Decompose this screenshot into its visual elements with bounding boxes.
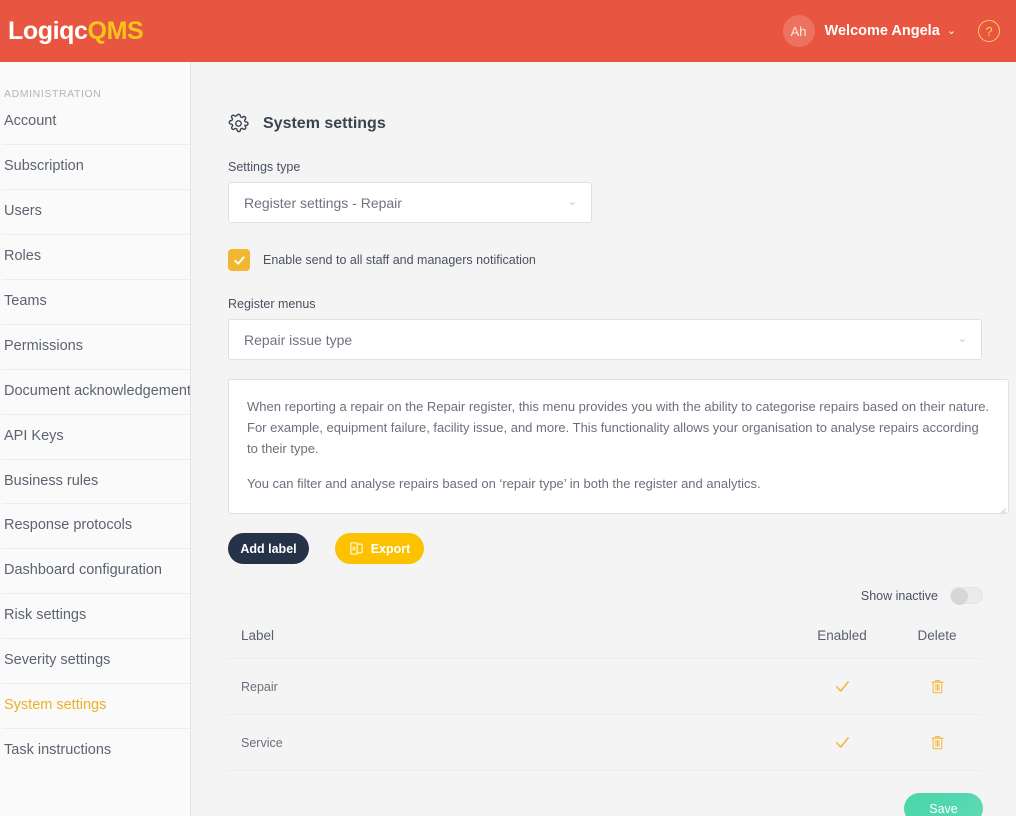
register-menus-value: Repair issue type: [244, 331, 353, 348]
sidebar-item-dashboard-configuration[interactable]: Dashboard configuration: [2, 548, 190, 593]
description-textarea[interactable]: When reporting a repair on the Repair re…: [228, 379, 1009, 514]
trash-icon[interactable]: [930, 734, 945, 751]
sidebar-item-users[interactable]: Users: [2, 188, 190, 234]
chevron-down-icon: ⌄: [957, 332, 967, 345]
row-enabled-cell: [790, 714, 894, 771]
sidebar-item-account[interactable]: Account: [2, 110, 190, 144]
user-menu-label: Welcome Angela: [824, 23, 940, 39]
settings-type-select[interactable]: Register settings - Repair ⌄: [228, 182, 592, 223]
save-row: Save: [191, 793, 983, 816]
sidebar-item-subscription[interactable]: Subscription: [2, 143, 190, 189]
logo-primary-text: Logiqc: [8, 16, 88, 45]
register-menus-select[interactable]: Repair issue type ⌄: [228, 319, 982, 360]
sidebar-item-risk-settings[interactable]: Risk settings: [2, 593, 190, 638]
row-delete-cell: [894, 714, 980, 771]
export-button-label: Export: [370, 541, 411, 556]
check-icon: [233, 255, 245, 265]
toggle-knob: [951, 587, 968, 605]
notification-checkbox-row: Enable send to all staff and managers no…: [228, 249, 1016, 271]
column-header-delete: Delete: [894, 628, 980, 659]
row-label: Repair: [228, 658, 790, 715]
sidebar-item-api-keys[interactable]: API Keys: [2, 413, 190, 459]
show-inactive-label: Show inactive: [860, 588, 938, 603]
description-paragraph-2: You can filter and analyse repairs based…: [247, 476, 761, 492]
page-title: System settings: [263, 114, 386, 132]
excel-file-icon: [350, 542, 363, 555]
export-button[interactable]: Export: [335, 533, 424, 564]
register-menus-label: Register menus: [228, 297, 316, 311]
save-button[interactable]: Save: [904, 793, 983, 816]
settings-type-label: Settings type: [228, 160, 301, 174]
sidebar-item-document-acknowledgement[interactable]: Document acknowledgement: [2, 368, 190, 414]
action-button-row: Add label Export: [228, 533, 1016, 564]
sidebar-item-roles[interactable]: Roles: [2, 233, 190, 279]
sidebar-item-severity-settings[interactable]: Severity settings: [2, 638, 190, 683]
user-menu[interactable]: Welcome Angela ⌄: [825, 23, 956, 39]
sidebar-item-permissions[interactable]: Permissions: [2, 323, 190, 369]
page-header: System settings: [228, 113, 1016, 134]
settings-type-value: Register settings - Repair: [244, 194, 402, 211]
avatar[interactable]: Ah: [782, 15, 815, 47]
show-inactive-toggle[interactable]: [950, 587, 983, 605]
sidebar-item-system-settings[interactable]: System settings: [2, 683, 190, 728]
sidebar-item-task-instructions[interactable]: Task instructions: [2, 728, 190, 773]
enable-notification-checkbox[interactable]: [228, 249, 250, 271]
gear-icon: [228, 113, 249, 134]
add-label-button[interactable]: Add label: [228, 533, 309, 564]
chevron-down-icon: ⌄: [946, 24, 956, 37]
labels-table: Label Enabled Delete Repair Service: [228, 628, 980, 771]
sidebar-section-title: ADMINISTRATION: [4, 88, 102, 100]
app-logo[interactable]: LogiqcQMS: [8, 16, 144, 46]
app-header: LogiqcQMS Ah Welcome Angela ⌄ ?: [0, 0, 1016, 62]
sidebar: ADMINISTRATION Account Subscription User…: [0, 62, 191, 816]
header-user-area: Ah Welcome Angela ⌄ ?: [782, 15, 1000, 47]
main-content: System settings Settings type Register s…: [191, 62, 1016, 816]
row-delete-cell: [894, 658, 980, 715]
check-icon: [835, 737, 849, 748]
description-paragraph-1: When reporting a repair on the Repair re…: [247, 399, 990, 457]
table-row: Repair: [228, 658, 980, 715]
sidebar-item-teams[interactable]: Teams: [2, 278, 190, 324]
sidebar-item-business-rules[interactable]: Business rules: [2, 458, 190, 504]
help-icon[interactable]: ?: [978, 20, 1000, 42]
sidebar-item-response-protocols[interactable]: Response protocols: [2, 503, 190, 548]
enable-notification-label: Enable send to all staff and managers no…: [263, 253, 536, 267]
logo-accent-text: QMS: [87, 16, 144, 45]
trash-icon[interactable]: [930, 678, 945, 695]
chevron-down-icon: ⌄: [567, 195, 577, 208]
row-enabled-cell: [790, 658, 894, 715]
resize-handle-icon[interactable]: [995, 500, 1006, 513]
show-inactive-row: Show inactive: [191, 587, 983, 605]
table-header-row: Label Enabled Delete: [228, 628, 980, 659]
column-header-enabled: Enabled: [790, 628, 894, 659]
check-icon: [835, 681, 849, 692]
table-row: Service: [228, 714, 980, 771]
column-header-label: Label: [228, 628, 790, 659]
row-label: Service: [228, 714, 790, 771]
